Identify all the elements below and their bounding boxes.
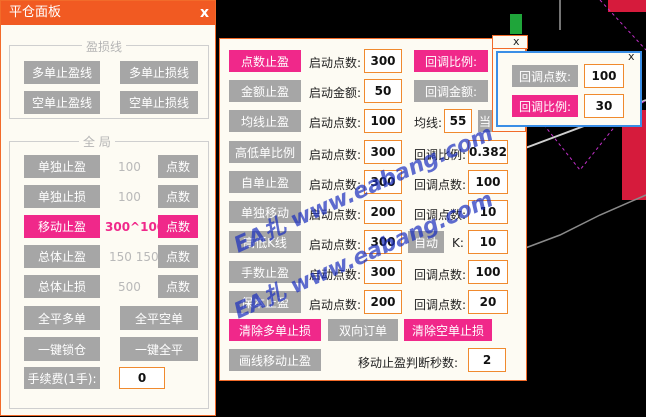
move-seconds-input[interactable]: 2 (468, 348, 506, 372)
points-take-profit-button[interactable]: 点数止盈 (229, 50, 301, 72)
retrace-ratio-label: 回调比例: (414, 148, 467, 162)
start-points-input[interactable]: 300 (364, 260, 402, 284)
start-points-label: 启动点数: (309, 148, 362, 162)
start-points-label: 启动点数: (309, 116, 362, 130)
trailing-take-profit-unit-button[interactable]: 点数 (158, 215, 198, 238)
start-amount-label: 启动金额: (309, 86, 362, 100)
tp-sl-group-title: 盈损线 (82, 38, 127, 55)
start-points-label: 启动点数: (309, 238, 362, 252)
start-points-label: 启动点数: (309, 56, 362, 70)
popup-retrace-ratio-input[interactable]: 30 (584, 94, 624, 118)
total-take-profit-button[interactable]: 总体止盈 (24, 245, 100, 268)
amount-take-profit-button[interactable]: 金额止盈 (229, 80, 301, 102)
close-position-panel: 平仓面板 x 盈损线 多单止盈线 多单止损线 空单止盈线 空单止损线 全 局 单… (0, 0, 216, 416)
single-take-profit-value: 100 (118, 160, 141, 174)
trailing-take-profit-button[interactable]: 移动止盈 (24, 215, 100, 238)
long-take-profit-line-button[interactable]: 多单止盈线 (24, 61, 100, 84)
start-points-label: 启动点数: (309, 298, 362, 312)
retrace-ratio-input[interactable]: 0.382 (468, 140, 508, 164)
high-low-ratio-button[interactable]: 高低单比例 (229, 141, 301, 163)
auto-button[interactable]: 自动 (408, 231, 444, 253)
retrace-points-label: 回调点数: (414, 298, 467, 312)
chart-candle-green (510, 14, 522, 34)
start-points-input[interactable]: 300 (364, 140, 402, 164)
single-stop-loss-unit-button[interactable]: 点数 (158, 185, 198, 208)
start-points-label: 启动点数: (309, 208, 362, 222)
global-group-title: 全 局 (79, 133, 115, 150)
close-icon[interactable]: x (628, 50, 635, 63)
start-points-label: 启动点数: (309, 178, 362, 192)
long-stop-loss-line-button[interactable]: 多单止损线 (120, 61, 198, 84)
clear-long-stop-loss-button[interactable]: 清除多单止损 (229, 319, 321, 341)
start-amount-input[interactable]: 50 (364, 79, 402, 103)
line-trailing-take-profit-button[interactable]: 画线移动止盈 (229, 349, 321, 371)
high-low-kline-button[interactable]: 高低K线 (229, 231, 301, 253)
move-seconds-label: 移动止盈判断秒数: (358, 356, 459, 370)
popup-retrace-points-input[interactable]: 100 (584, 64, 624, 88)
two-way-order-button[interactable]: 双向订单 (328, 319, 398, 341)
start-points-input[interactable]: 300 (364, 230, 402, 254)
retrace-popup: x 回调点数: 100 回调比例: 30 (496, 50, 642, 127)
retrace-points-label: 回调点数: (414, 178, 467, 192)
total-stop-loss-value: 500 (118, 280, 141, 294)
breakeven-take-profit-button[interactable]: 保本止盈 (229, 291, 301, 313)
start-points-input[interactable]: 300 (364, 49, 402, 73)
k-label: K: (452, 236, 464, 250)
clear-short-stop-loss-button[interactable]: 清除空单止损 (404, 319, 492, 341)
lots-take-profit-button[interactable]: 手数止盈 (229, 261, 301, 283)
popup-retrace-ratio-button[interactable]: 回调比例: (512, 95, 578, 117)
fee-label-button: 手续费(1手): (24, 367, 100, 389)
single-stop-loss-value: 100 (118, 190, 141, 204)
secondary-panel-header: x (492, 35, 528, 49)
close-all-long-button[interactable]: 全平多单 (24, 306, 100, 330)
popup-retrace-points-button[interactable]: 回调点数: (512, 65, 578, 87)
panel-titlebar: 平仓面板 x (1, 1, 215, 25)
short-stop-loss-line-button[interactable]: 空单止损线 (120, 91, 198, 114)
retrace-points-input[interactable]: 20 (468, 290, 508, 314)
current-button[interactable]: 当 (478, 110, 492, 132)
start-points-input[interactable]: 300 (364, 170, 402, 194)
retrace-amount-button[interactable]: 回调金额: (414, 80, 488, 102)
start-points-label: 启动点数: (309, 268, 362, 282)
retrace-points-input[interactable]: 100 (468, 170, 508, 194)
total-take-profit-unit-button[interactable]: 点数 (158, 245, 198, 268)
ma-period-input[interactable]: 55 (444, 109, 472, 133)
single-take-profit-button[interactable]: 单独止盈 (24, 155, 100, 178)
k-input[interactable]: 10 (468, 230, 508, 254)
single-stop-loss-button[interactable]: 单独止损 (24, 185, 100, 208)
close-icon[interactable]: x (513, 35, 520, 48)
ma-period-label: 均线: (414, 116, 443, 130)
panel-title: 平仓面板 (9, 5, 62, 20)
lock-position-button[interactable]: 一键锁仓 (24, 337, 100, 361)
retrace-ratio-button[interactable]: 回调比例: (414, 50, 488, 72)
total-stop-loss-unit-button[interactable]: 点数 (158, 275, 198, 298)
chart-candle-red (608, 0, 646, 12)
start-points-input[interactable]: 200 (364, 290, 402, 314)
retrace-points-input[interactable]: 10 (468, 200, 508, 224)
close-all-short-button[interactable]: 全平空单 (120, 306, 198, 330)
total-stop-loss-button[interactable]: 总体止损 (24, 275, 100, 298)
trailing-take-profit-value: 300^100 (105, 220, 166, 234)
close-icon[interactable]: x (200, 1, 209, 25)
start-points-input[interactable]: 200 (364, 200, 402, 224)
own-order-take-profit-button[interactable]: 自单止盈 (229, 171, 301, 193)
retrace-points-input[interactable]: 100 (468, 260, 508, 284)
short-take-profit-line-button[interactable]: 空单止盈线 (24, 91, 100, 114)
total-take-profit-value: 150 150 (109, 250, 159, 264)
fee-input[interactable]: 0 (119, 367, 165, 389)
retrace-points-label: 回调点数: (414, 268, 467, 282)
single-trailing-button[interactable]: 单独移动 (229, 201, 301, 223)
ma-take-profit-button[interactable]: 均线止盈 (229, 110, 301, 132)
retrace-points-label: 回调点数: (414, 208, 467, 222)
single-take-profit-unit-button[interactable]: 点数 (158, 155, 198, 178)
close-all-button[interactable]: 一键全平 (120, 337, 198, 361)
start-points-input[interactable]: 100 (364, 109, 402, 133)
